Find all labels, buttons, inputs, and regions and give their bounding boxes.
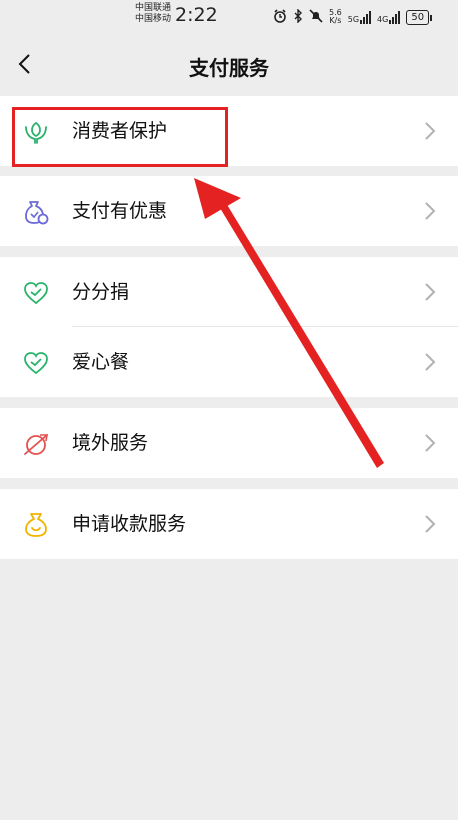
menu-group-3: 分分捐 爱心餐: [0, 257, 458, 397]
coupon-bag-icon: [22, 198, 50, 226]
menu-item-overseas-service[interactable]: 境外服务: [0, 408, 458, 478]
chevron-right-icon: [424, 433, 436, 453]
alarm-icon: [273, 8, 287, 26]
status-bar: 中国联通 中国移动 2:22 5.6 K/s 5G 4G 50: [0, 0, 458, 34]
nav-bar: 支付服务: [0, 34, 458, 96]
menu-group-4: 境外服务: [0, 408, 458, 478]
menu-item-label: 境外服务: [72, 432, 149, 454]
heart-check-icon: [22, 279, 50, 307]
menu-item-apply-payment-service[interactable]: 申请收款服务: [0, 489, 458, 559]
clock: 2:22: [175, 4, 218, 26]
signal-5g: 5G: [347, 10, 372, 24]
carrier-names: 中国联通 中国移动: [135, 3, 171, 25]
signal-4g-label: 4G: [377, 14, 389, 24]
highlight-box: [12, 107, 228, 167]
chevron-right-icon: [424, 352, 436, 372]
menu-item-aixincan[interactable]: 爱心餐: [0, 327, 458, 397]
signal-5g-label: 5G: [347, 14, 360, 24]
chevron-right-icon: [424, 201, 436, 221]
net-speed-unit: K/s: [329, 16, 342, 25]
net-speed: 5.6 K/s: [329, 9, 342, 25]
page-title: 支付服务: [189, 56, 269, 80]
chevron-right-icon: [424, 282, 436, 302]
menu-item-fenfenjuan[interactable]: 分分捐: [0, 257, 458, 327]
signal-bars-icon: [360, 10, 372, 24]
globe-plane-icon: [22, 430, 50, 458]
menu-group-5: 申请收款服务: [0, 489, 458, 559]
battery-icon: 50: [406, 9, 432, 25]
menu-item-label: 支付有优惠: [72, 200, 168, 222]
money-bag-icon: [22, 511, 50, 539]
signal-bars-icon: [389, 10, 401, 24]
signal-4g: 4G: [377, 10, 401, 24]
carrier-1: 中国联通: [135, 3, 172, 13]
mute-icon: [309, 8, 323, 26]
menu-item-label: 爱心餐: [72, 351, 130, 373]
status-icons: 5.6 K/s 5G 4G 50: [273, 7, 432, 27]
menu-group-2: 支付有优惠: [0, 176, 458, 246]
chevron-right-icon: [424, 121, 436, 141]
chevron-right-icon: [424, 514, 436, 534]
carrier-2: 中国移动: [135, 14, 172, 24]
menu-item-payment-discount[interactable]: 支付有优惠: [0, 176, 458, 246]
menu-item-label: 申请收款服务: [72, 513, 187, 535]
heart-check-icon: [22, 349, 50, 377]
bluetooth-icon: [293, 7, 303, 26]
menu-item-label: 分分捐: [72, 281, 130, 303]
